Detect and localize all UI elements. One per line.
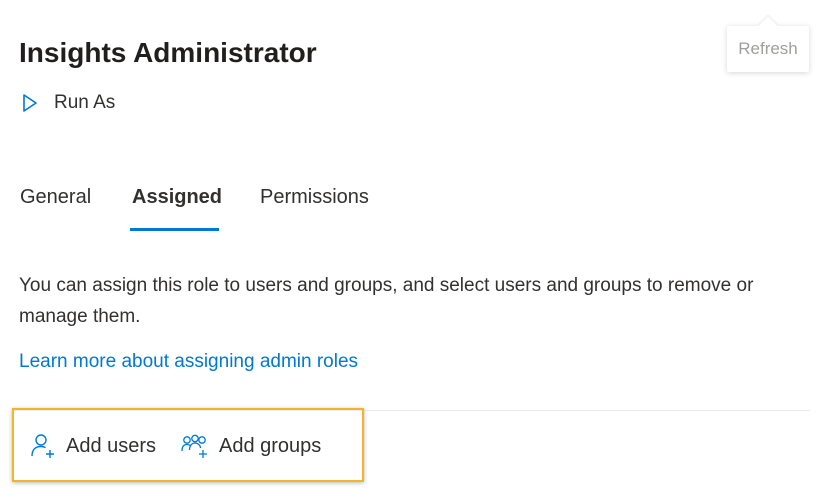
run-as-button[interactable]: Run As bbox=[22, 90, 115, 116]
assignment-description: You can assign this role to users and gr… bbox=[19, 275, 754, 327]
add-users-label: Add users bbox=[66, 434, 157, 457]
page-title: Insights Administrator bbox=[19, 37, 317, 68]
active-tab-indicator bbox=[130, 228, 219, 231]
add-groups-button[interactable]: Add groups bbox=[181, 430, 321, 462]
add-groups-label: Add groups bbox=[219, 434, 322, 457]
learn-more-link[interactable]: Learn more about assigning admin roles bbox=[19, 351, 358, 373]
add-user-icon bbox=[31, 434, 54, 458]
tab-assigned[interactable]: Assigned bbox=[132, 186, 222, 209]
add-group-icon bbox=[181, 434, 207, 458]
tab-permissions[interactable]: Permissions bbox=[260, 186, 369, 209]
run-as-label: Run As bbox=[54, 92, 116, 113]
tab-general[interactable]: General bbox=[20, 186, 91, 209]
refresh-button[interactable]: Refresh bbox=[727, 26, 809, 72]
add-users-button[interactable]: Add users bbox=[30, 430, 156, 462]
play-icon bbox=[23, 94, 37, 112]
refresh-label: Refresh bbox=[738, 39, 798, 58]
